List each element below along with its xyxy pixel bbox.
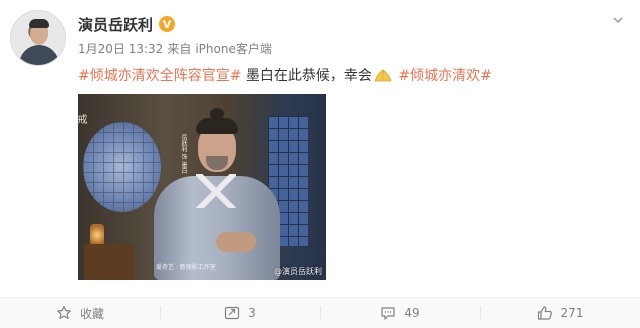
comment-count: 49 — [404, 306, 420, 320]
author-avatar[interactable] — [10, 10, 66, 66]
image-watermark: @演员岳跃利 — [274, 267, 322, 276]
comment-icon — [381, 307, 395, 320]
folded-hands-emoji-icon — [374, 69, 392, 82]
repost-icon — [225, 306, 240, 320]
post-date[interactable]: 1月20日 13:32 — [78, 40, 163, 57]
post-image[interactable]: 戒 岳跃利 饰 墨白 爱奇艺 · 新丽影工作室 @演员岳跃利 — [78, 94, 326, 280]
source-prefix: 来自 — [167, 42, 192, 56]
repost-button[interactable]: 3 — [160, 298, 320, 328]
post-source[interactable]: iPhone客户端 — [195, 40, 272, 57]
weibo-post-card: 演员岳跃利 V 1月20日 13:32 来自 iPhone客户端 #倾城亦清欢全… — [0, 0, 640, 328]
like-button[interactable]: 271 — [480, 298, 640, 328]
favorite-button[interactable]: 收藏 — [0, 298, 160, 328]
post-text: #倾城亦清欢全阵容官宣# 墨白在此恭候，幸会 #倾城亦清欢# — [78, 66, 492, 86]
calligraphy-scroll: 戒 — [78, 114, 86, 124]
character-nameplate: 岳跃利 饰 墨白 — [180, 134, 187, 174]
chevron-down-icon[interactable] — [612, 14, 624, 26]
hashtag-link[interactable]: #倾城亦清欢# — [398, 68, 491, 84]
thumbs-up-icon — [537, 306, 552, 320]
verified-badge-icon: V — [159, 16, 176, 32]
author-row: 演员岳跃利 V — [78, 13, 176, 35]
comment-button[interactable]: 49 — [320, 298, 480, 328]
post-body-text: 墨白在此恭候，幸会 — [245, 68, 372, 84]
repost-count: 3 — [248, 306, 256, 320]
favorite-label: 收藏 — [79, 306, 104, 321]
post-meta: 1月20日 13:32 来自 iPhone客户端 — [78, 40, 272, 57]
star-icon — [57, 305, 71, 319]
author-name[interactable]: 演员岳跃利 — [78, 14, 153, 35]
like-count: 271 — [560, 306, 584, 320]
studio-logo: 爱奇艺 · 新丽影工作室 — [156, 264, 216, 271]
hashtag-link[interactable]: #倾城亦清欢全阵容官宣# — [78, 68, 241, 84]
action-bar: 收藏 3 49 271 — [0, 297, 640, 328]
